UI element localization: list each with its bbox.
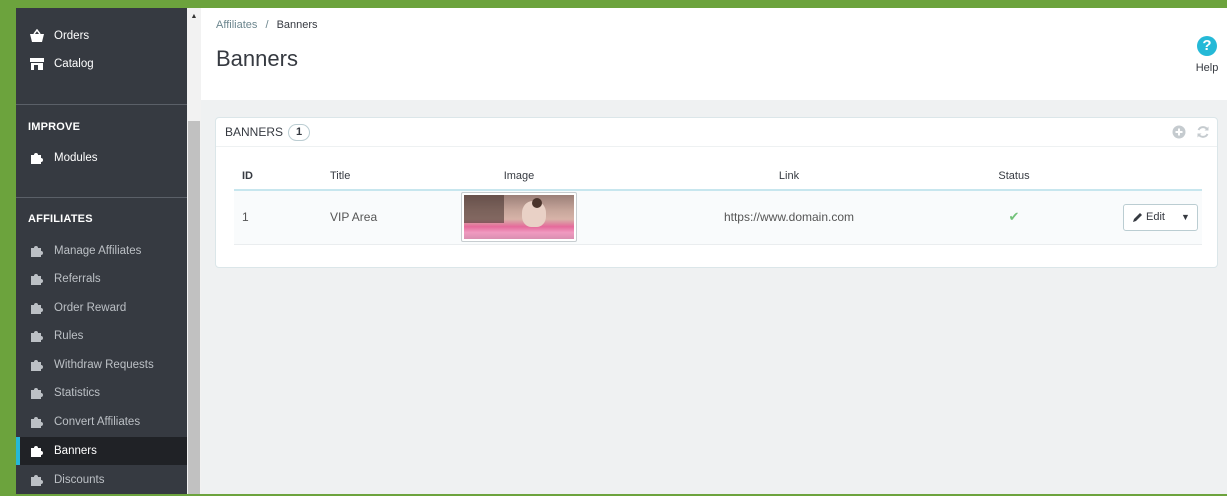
puzzle-icon: [28, 444, 45, 458]
sidebar-item-label: Rules: [54, 330, 84, 342]
sidebar-item-label: Convert Affiliates: [54, 416, 141, 428]
scrollbar-thumb[interactable]: [188, 121, 200, 494]
cell-id: 1: [234, 190, 304, 245]
breadcrumb-parent[interactable]: Affiliates: [216, 19, 257, 31]
column-header-link[interactable]: Link: [594, 163, 984, 191]
sidebar-item-withdraw-requests[interactable]: Withdraw Requests: [16, 351, 187, 379]
sidebar-item-label: Modules: [54, 152, 98, 164]
puzzle-icon: [28, 244, 45, 258]
cell-status[interactable]: ✔: [984, 190, 1044, 245]
cell-link: https://www.domain.com: [594, 190, 984, 245]
add-new-button[interactable]: [1171, 124, 1187, 140]
breadcrumb-separator: /: [265, 19, 269, 31]
breadcrumb: Affiliates / Banners: [216, 19, 318, 31]
puzzle-icon: [28, 386, 45, 400]
page-header: Affiliates / Banners Banners ? Help: [201, 8, 1227, 100]
puzzle-icon: [28, 415, 45, 429]
puzzle-icon: [28, 151, 45, 165]
cell-actions: Edit ▼: [1044, 190, 1202, 245]
sidebar-item-label: Statistics: [54, 387, 101, 399]
caret-down-icon: ▼: [1181, 212, 1190, 223]
column-header-title[interactable]: Title: [304, 163, 444, 191]
admin-window: Orders Catalog IMPROVE Modules AFFILIATE…: [16, 8, 1227, 494]
table-header-row: ID Title Image Link Status: [234, 163, 1202, 191]
table-row[interactable]: 1 VIP Area https://www.domain.com ✔ Edit…: [234, 190, 1202, 245]
banner-thumbnail[interactable]: [461, 192, 577, 243]
sidebar-item-convert-affiliates[interactable]: Convert Affiliates: [16, 408, 187, 436]
help-label: Help: [1195, 62, 1219, 74]
column-header-id[interactable]: ID: [234, 163, 304, 191]
sidebar-item-label: Orders: [54, 30, 90, 42]
scroll-up-arrow-icon[interactable]: ▲: [187, 8, 201, 24]
sidebar-scrollbar[interactable]: ▲: [187, 8, 201, 494]
puzzle-icon: [28, 358, 45, 372]
panel-heading: BANNERS 1: [216, 118, 1217, 147]
sidebar-item-manage-affiliates[interactable]: Manage Affiliates: [16, 237, 187, 265]
sidebar-nav: Orders Catalog IMPROVE Modules AFFILIATE…: [16, 8, 187, 494]
basket-icon: [28, 29, 45, 43]
cell-image: [444, 190, 594, 245]
column-header-status[interactable]: Status: [984, 163, 1044, 191]
cell-title: VIP Area: [304, 190, 444, 245]
page-title: Banners: [216, 46, 298, 71]
sidebar-item-orders[interactable]: Orders: [16, 22, 187, 50]
breadcrumb-current: Banners: [276, 19, 318, 31]
edit-button[interactable]: Edit: [1124, 205, 1173, 230]
sidebar-item-label: Banners: [54, 445, 97, 457]
sidebar-divider: [16, 104, 187, 105]
puzzle-icon: [28, 272, 45, 286]
sidebar-item-label: Discounts: [54, 474, 105, 486]
pencil-icon: [1133, 212, 1143, 222]
sidebar-item-rules[interactable]: Rules: [16, 322, 187, 350]
sidebar-item-label: Manage Affiliates: [54, 245, 142, 257]
panel-title: BANNERS: [225, 125, 284, 139]
add-circle-icon: [1172, 125, 1186, 139]
sidebar-item-statistics[interactable]: Statistics: [16, 379, 187, 407]
refresh-button[interactable]: [1195, 124, 1211, 140]
panel-toolbar: [1163, 124, 1211, 140]
column-header-image: Image: [444, 163, 594, 191]
sidebar-item-label: Withdraw Requests: [54, 359, 154, 371]
sidebar-item-banners[interactable]: Banners: [16, 437, 187, 465]
banner-image: [464, 195, 574, 240]
sidebar-item-label: Order Reward: [54, 302, 127, 314]
sidebar-divider: [16, 197, 187, 198]
sidebar-item-referrals[interactable]: Referrals: [16, 265, 187, 293]
refresh-icon: [1197, 126, 1209, 138]
sidebar-item-modules[interactable]: Modules: [16, 144, 187, 172]
help-icon: ?: [1197, 36, 1217, 56]
column-header-actions: [1044, 163, 1202, 191]
store-icon: [28, 57, 45, 71]
row-actions-group: Edit ▼: [1123, 203, 1198, 231]
edit-label: Edit: [1146, 211, 1165, 224]
sidebar-section-improve: IMPROVE: [28, 121, 81, 133]
puzzle-icon: [28, 473, 45, 487]
sidebar-section-affiliates: AFFILIATES: [28, 213, 93, 225]
sidebar-item-label: Referrals: [54, 273, 101, 285]
sidebar-item-discounts[interactable]: Discounts: [16, 466, 187, 494]
puzzle-icon: [28, 301, 45, 315]
banners-table: ID Title Image Link Status 1 VIP Area ht…: [234, 163, 1202, 245]
puzzle-icon: [28, 329, 45, 343]
actions-dropdown-toggle[interactable]: ▼: [1173, 204, 1197, 230]
sidebar-item-order-reward[interactable]: Order Reward: [16, 294, 187, 322]
check-icon[interactable]: ✔: [1009, 209, 1020, 224]
active-indicator: [16, 437, 20, 465]
sidebar-item-label: Catalog: [54, 58, 94, 70]
banners-panel: BANNERS 1 ID Title Image Link Status 1 V…: [215, 117, 1218, 268]
count-badge: 1: [288, 123, 311, 141]
help-button[interactable]: ? Help: [1191, 36, 1223, 74]
sidebar-item-catalog[interactable]: Catalog: [16, 50, 187, 78]
